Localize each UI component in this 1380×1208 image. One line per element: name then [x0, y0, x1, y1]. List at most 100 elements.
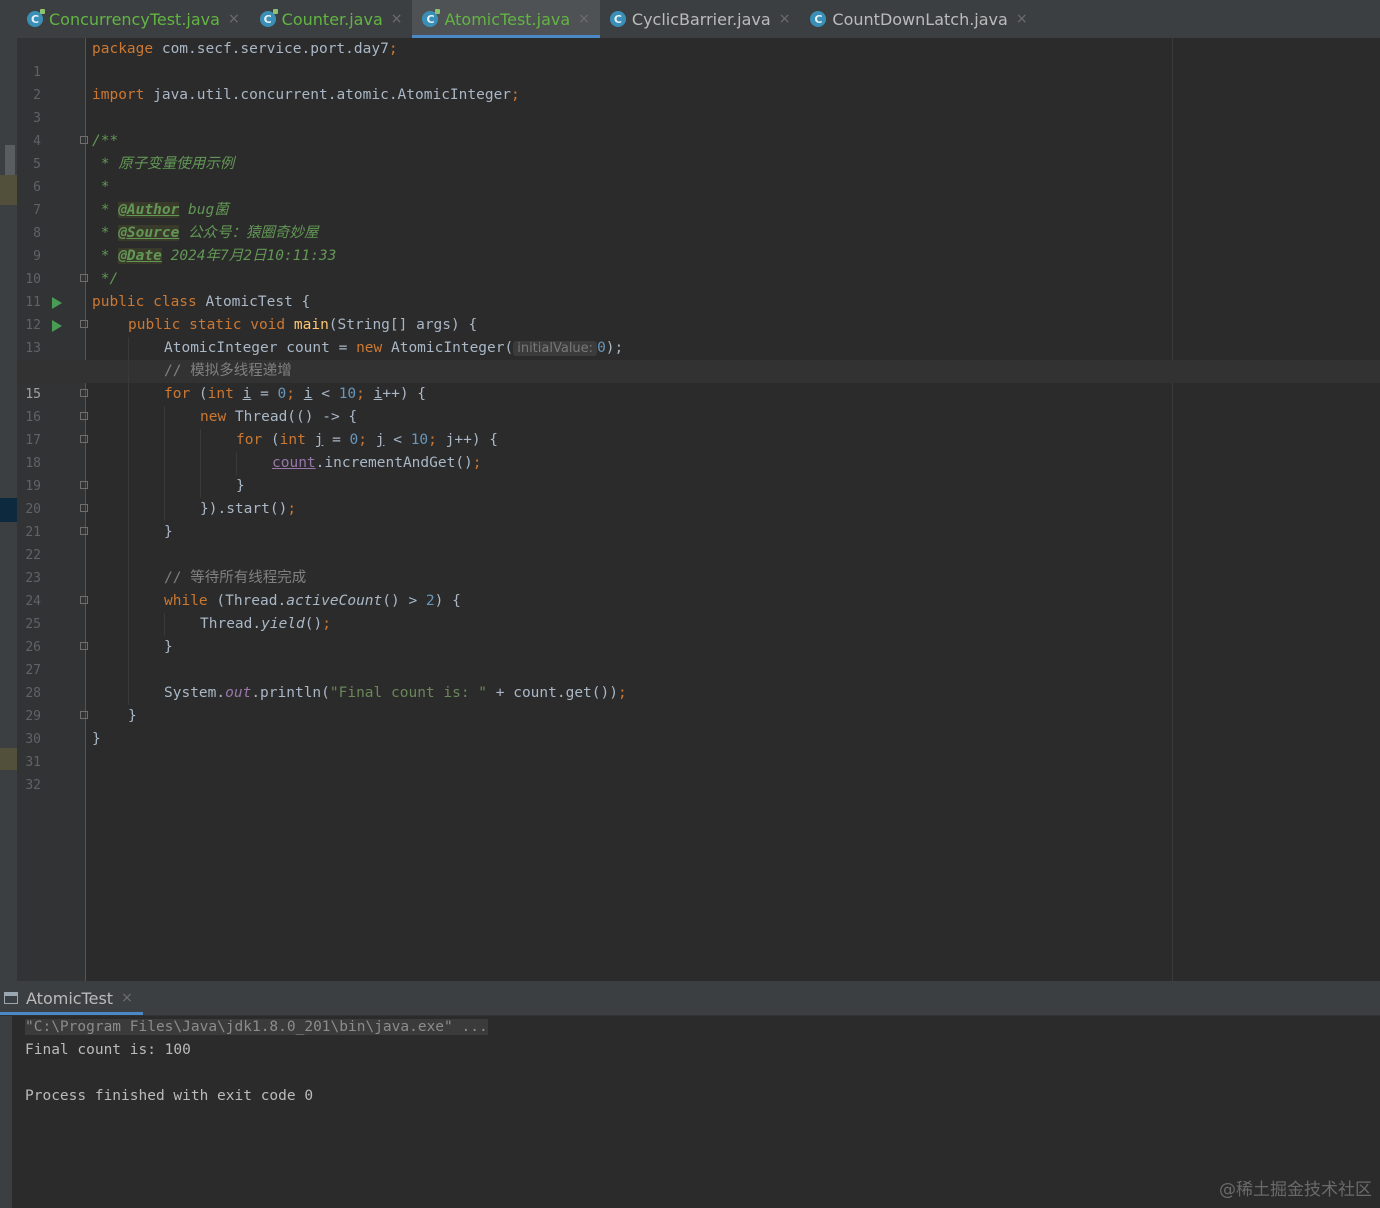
console-output[interactable]: "C:\Program Files\Java\jdk1.8.0_201\bin\… — [25, 1016, 488, 1108]
code-line[interactable]: 28 — [17, 659, 1380, 701]
code-token: .println( — [251, 685, 330, 701]
close-icon[interactable]: × — [391, 11, 403, 27]
code-line[interactable]: 31 } — [17, 728, 1380, 770]
tab-concurrencytest[interactable]: C ConcurrencyTest.java × — [17, 0, 250, 38]
code-line[interactable]: 27 } — [17, 636, 1380, 678]
tab-label: ConcurrencyTest.java — [49, 9, 220, 29]
code-token: bug菌 — [179, 202, 229, 218]
code-line[interactable]: 2 — [17, 61, 1380, 103]
code-token: ; — [617, 685, 627, 701]
code-line[interactable]: 11 */ — [17, 268, 1380, 310]
close-icon[interactable]: × — [121, 990, 133, 1006]
console-line: Final count is: 100 — [25, 1042, 191, 1058]
code-token: * — [92, 202, 119, 218]
code-line[interactable]: 20 } — [17, 475, 1380, 517]
code-line[interactable]: 3 import java.util.concurrent.atomic.Ato… — [17, 84, 1380, 126]
code-token: AtomicInteger count = — [164, 340, 357, 356]
code-token: for — [236, 432, 263, 448]
code-line-current[interactable]: 15 // 模拟多线程递增 — [17, 360, 1380, 402]
code-line[interactable]: 30 } — [17, 705, 1380, 747]
run-gutter-icon[interactable] — [52, 320, 62, 332]
code-line[interactable]: 13 public static void main(String[] args… — [17, 314, 1380, 356]
code-line[interactable]: 9 * @Source 公众号：猿圈奇妙屋 — [17, 222, 1380, 264]
code-line[interactable]: 23 — [17, 544, 1380, 586]
line-comment: // 模拟多线程递增 — [164, 363, 292, 379]
fold-icon[interactable] — [80, 320, 88, 328]
fold-icon[interactable] — [80, 642, 88, 650]
code-token: out — [225, 685, 252, 701]
code-line[interactable]: 26 Thread.yield(); — [17, 613, 1380, 655]
tab-label: CountDownLatch.java — [832, 9, 1008, 29]
fold-icon[interactable] — [80, 412, 88, 420]
code-token: public class — [92, 294, 197, 310]
close-icon[interactable]: × — [228, 11, 240, 27]
code-line[interactable]: 19 count.incrementAndGet(); — [17, 452, 1380, 494]
code-line[interactable]: 29 System.out.println("Final count is: "… — [17, 682, 1380, 724]
tab-atomictest[interactable]: C AtomicTest.java × — [412, 0, 601, 38]
code-token: ; — [356, 386, 374, 402]
code-token: 0 — [277, 386, 287, 402]
fold-icon[interactable] — [80, 596, 88, 604]
code-line[interactable]: 25 while (Thread.activeCount() > 2) { — [17, 590, 1380, 632]
doc-tag: @Date — [118, 248, 162, 264]
fold-icon[interactable] — [80, 435, 88, 443]
code-line[interactable]: 6 * 原子变量使用示例 — [17, 153, 1380, 195]
run-tool-header: AtomicTest × — [0, 981, 1380, 1016]
fold-icon[interactable] — [80, 711, 88, 719]
code-line[interactable]: 12 public class AtomicTest { — [17, 291, 1380, 333]
run-tab-label: AtomicTest — [26, 988, 114, 1008]
tab-cyclicbarrier[interactable]: C CyclicBarrier.java × — [600, 0, 801, 38]
code-token: Thread(() -> { — [226, 409, 358, 425]
code-token: 2024年7月2日10:11:33 — [161, 248, 337, 264]
code-token: ; — [286, 386, 304, 402]
code-line[interactable]: 22 } — [17, 521, 1380, 563]
fold-icon[interactable] — [80, 481, 88, 489]
code-line[interactable]: 24 // 等待所有线程完成 — [17, 567, 1380, 609]
tab-label: Counter.java — [281, 9, 383, 29]
run-gutter-icon[interactable] — [52, 297, 62, 309]
console-command: "C:\Program Files\Java\jdk1.8.0_201\bin\… — [25, 1019, 488, 1035]
code-token: }).start() — [200, 501, 288, 517]
tab-label: CyclicBarrier.java — [631, 9, 771, 29]
code-token: System. — [164, 685, 226, 701]
code-editor[interactable]: 1 package com.secf.service.port.day7; 2 … — [17, 38, 1380, 981]
fold-icon[interactable] — [80, 274, 88, 282]
java-class-icon: C — [422, 9, 441, 27]
code-token: ; — [358, 432, 376, 448]
code-line[interactable]: 4 — [17, 107, 1380, 149]
fold-icon[interactable] — [80, 136, 88, 144]
code-token: ; — [287, 501, 297, 517]
code-line[interactable]: 18 for (int j = 0; j < 10; j++) { — [17, 429, 1380, 471]
code-token: java.util.concurrent.atomic.AtomicIntege… — [144, 87, 512, 103]
code-token: (String[] args) { — [328, 317, 478, 333]
close-icon[interactable]: × — [1016, 11, 1028, 27]
code-line[interactable]: 8 * @Author bug菌 — [17, 199, 1380, 241]
code-line[interactable]: 7 * — [17, 176, 1380, 218]
code-token: < — [384, 432, 411, 448]
code-token: Thread. — [200, 616, 262, 632]
code-line[interactable]: 16 for (int i = 0; i < 10; i++) { — [17, 383, 1380, 425]
run-tab-atomictest[interactable]: AtomicTest × — [0, 981, 143, 1015]
code-token: ++) { — [382, 386, 427, 402]
string-literal: "Final count is: " — [329, 685, 488, 701]
watermark: @稀土掘金技术社区 — [1219, 1180, 1372, 1200]
code-line[interactable]: 1 package com.secf.service.port.day7; — [17, 38, 1380, 80]
close-icon[interactable]: × — [578, 11, 590, 27]
fold-icon[interactable] — [80, 527, 88, 535]
code-line[interactable]: 21 }).start(); — [17, 498, 1380, 540]
fold-icon[interactable] — [80, 504, 88, 512]
tab-counter[interactable]: C Counter.java × — [250, 0, 413, 38]
code-line[interactable]: 10 * @Date 2024年7月2日10:11:33 — [17, 245, 1380, 287]
close-icon[interactable]: × — [779, 11, 791, 27]
code-line[interactable]: 5 /** — [17, 130, 1380, 172]
line-comment: // 等待所有线程完成 — [164, 570, 307, 586]
tab-countdownlatch[interactable]: C CountDownLatch.java × — [800, 0, 1037, 38]
code-line[interactable]: 14 AtomicInteger count = new AtomicInteg… — [17, 337, 1380, 379]
code-token: 公众号：猿圈奇妙屋 — [179, 225, 319, 241]
selection-marker — [0, 498, 17, 522]
code-line[interactable]: 32 — [17, 751, 1380, 793]
code-line[interactable]: 17 new Thread(() -> { — [17, 406, 1380, 448]
doc-comment: * — [92, 179, 110, 195]
code-token: (Thread. — [207, 593, 287, 609]
fold-icon[interactable] — [80, 389, 88, 397]
